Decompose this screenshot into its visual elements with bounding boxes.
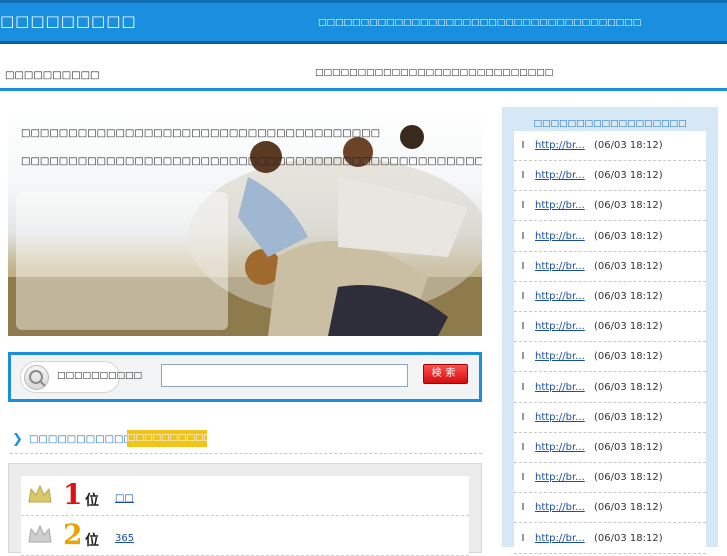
bullet-icon bbox=[522, 473, 524, 481]
sidebar-link[interactable]: http://br... bbox=[535, 140, 585, 151]
bullet-icon bbox=[522, 201, 524, 209]
bullet-icon bbox=[522, 261, 524, 269]
ranking-list: 1 位 □□ 2 位 365 bbox=[8, 463, 482, 556]
sidebar-date: (06/03 18:12) bbox=[594, 170, 663, 182]
sidebar-link[interactable]: http://br... bbox=[535, 170, 585, 181]
sidebar-date: (06/03 18:12) bbox=[594, 351, 663, 363]
sidebar-list-item: http://br... (06/03 18:12) bbox=[514, 403, 706, 433]
chevron-right-icon: ❯ bbox=[12, 432, 23, 447]
search-button[interactable]: 検索 bbox=[423, 364, 468, 384]
bullet-icon bbox=[522, 322, 524, 330]
sidebar-date: (06/03 18:12) bbox=[594, 442, 663, 453]
ranking-badge: □□□□□□□□□□□□ bbox=[127, 430, 229, 447]
sidebar-date: (06/03 18:12) bbox=[594, 472, 663, 484]
sidebar-link[interactable]: http://br... bbox=[535, 502, 585, 513]
sidebar-link[interactable]: http://br... bbox=[535, 382, 585, 393]
magnifier-icon bbox=[24, 365, 49, 390]
sidebar-list-item: http://br... (06/03 18:12) bbox=[514, 191, 706, 222]
bullet-icon bbox=[522, 412, 524, 420]
sidebar-list-item: http://br... (06/03 18:12) bbox=[514, 493, 706, 524]
sidebar-title: □□□□□□□□□□□□□□□□□□ bbox=[533, 119, 687, 129]
bullet-icon bbox=[522, 503, 524, 511]
sidebar-date: (06/03 18:12) bbox=[594, 502, 663, 514]
sidebar-list-item: http://br... (06/03 18:12) bbox=[514, 373, 706, 403]
sidebar-link[interactable]: http://br... bbox=[535, 291, 585, 302]
sidebar-link[interactable]: http://br... bbox=[535, 351, 585, 362]
bullet-icon bbox=[522, 141, 524, 148]
search-input[interactable] bbox=[161, 364, 408, 387]
sidebar-date: (06/03 18:12) bbox=[594, 260, 663, 272]
sidebar-date: (06/03 18:12) bbox=[594, 532, 663, 544]
site-header: □□□□□□□□□ □□□□□□□□□□□□□□□□□□□□□□□□□□□□□□… bbox=[0, 0, 727, 44]
crown-icon bbox=[28, 484, 52, 503]
sidebar-link[interactable]: http://br... bbox=[535, 442, 585, 453]
sidebar-list: http://br... (06/03 18:12) http://br... (06… bbox=[514, 131, 706, 554]
sidebar-list-item: http://br... (06/03 18:12) bbox=[514, 524, 706, 554]
sidebar-link[interactable]: http://br... bbox=[535, 200, 585, 211]
sidebar-date: (06/03 18:12) bbox=[594, 140, 663, 151]
sidebar-date: (06/03 18:12) bbox=[594, 411, 663, 423]
ranking-row: 2 位 365 bbox=[21, 516, 469, 556]
sidebar-list-item: http://br... (06/03 18:12) bbox=[514, 342, 706, 373]
hero-person-head bbox=[400, 125, 424, 149]
bullet-icon bbox=[522, 231, 524, 239]
sub-header: □□□□□□□□□□ □□□□□□□□□□□□□□□□□□□□□□□□□□□□ bbox=[0, 44, 727, 91]
crown-icon bbox=[28, 524, 52, 543]
sidebar-list-item: http://br... (06/03 18:12) bbox=[514, 312, 706, 343]
bullet-icon bbox=[522, 352, 524, 360]
search-label: □□□□□□□□□□ bbox=[57, 371, 143, 381]
bullet-icon bbox=[522, 443, 524, 450]
sidebar-date: (06/03 18:12) bbox=[594, 321, 663, 333]
sidebar-link[interactable]: http://br... bbox=[535, 261, 585, 272]
hero-banner: □□□□□□□□□□□□□□□□□□□□□□□□□□□□□□□□□□□□□□ □… bbox=[8, 107, 482, 336]
sidebar-link[interactable]: http://br... bbox=[535, 321, 585, 332]
rank-suffix: 位 bbox=[85, 533, 99, 549]
sidebar-date: (06/03 18:12) bbox=[594, 381, 663, 393]
sidebar-list-item: http://br... (06/03 18:12) bbox=[514, 433, 706, 463]
bullet-icon bbox=[522, 533, 524, 541]
sidebar-list-item: http://br... (06/03 18:12) bbox=[514, 282, 706, 312]
sidebar-link[interactable]: http://br... bbox=[535, 231, 585, 242]
rank-number: 2 bbox=[63, 518, 83, 551]
sidebar-link[interactable]: http://br... bbox=[535, 472, 585, 483]
sidebar-date: (06/03 18:12) bbox=[594, 291, 663, 302]
hero-description: □□□□□□□□□□□□□□□□□□□□□□□□□□□□□□□□□□□□□□□□… bbox=[21, 156, 482, 168]
ranking-row: 1 位 □□ bbox=[21, 476, 469, 516]
ranking-header: ❯ □□□□□□□□□□□□□□□□ □□□□□□□□□□□□ bbox=[10, 428, 482, 454]
rank-suffix: 位 bbox=[85, 493, 99, 509]
sidebar-list-item: http://br... (06/03 18:12) bbox=[514, 252, 706, 282]
bullet-icon bbox=[522, 171, 524, 179]
rank-link[interactable]: 365 bbox=[115, 533, 134, 544]
sidebar-list-item: http://br... (06/03 18:12) bbox=[514, 463, 706, 494]
bullet-icon bbox=[522, 292, 524, 299]
rank-number: 1 bbox=[63, 478, 83, 511]
sidebar-list-item: http://br... (06/03 18:12) bbox=[514, 222, 706, 252]
sidebar-list-item: http://br... (06/03 18:12) bbox=[514, 131, 706, 161]
sidebar-date: (06/03 18:12) bbox=[594, 200, 663, 212]
sidebar-link[interactable]: http://br... bbox=[535, 533, 585, 544]
sidebar-link[interactable]: http://br... bbox=[535, 412, 585, 423]
sub-header-text: □□□□□□□□□□□□□□□□□□□□□□□□□□□□ bbox=[315, 68, 554, 78]
hero-heading: □□□□□□□□□□□□□□□□□□□□□□□□□□□□□□□□□□□□□□ bbox=[21, 128, 381, 139]
rank-link[interactable]: □□ bbox=[115, 493, 134, 504]
search-panel: □□□□□□□□□□ 検索 bbox=[8, 352, 482, 402]
site-tagline: □□□□□□□□□□□□□□□□□□□□□□□□□□□□□□□□□□□□□□ bbox=[318, 18, 642, 28]
breadcrumb: □□□□□□□□□□ bbox=[5, 70, 100, 81]
sidebar-date: (06/03 18:12) bbox=[594, 230, 663, 242]
sidebar-list-item: http://br... (06/03 18:12) bbox=[514, 161, 706, 192]
site-title[interactable]: □□□□□□□□□ bbox=[0, 12, 137, 30]
hero-overlay-panel bbox=[16, 192, 228, 330]
bullet-icon bbox=[522, 382, 524, 390]
sidebar: □□□□□□□□□□□□□□□□□□ http://br... (06/03 18… bbox=[502, 107, 718, 554]
